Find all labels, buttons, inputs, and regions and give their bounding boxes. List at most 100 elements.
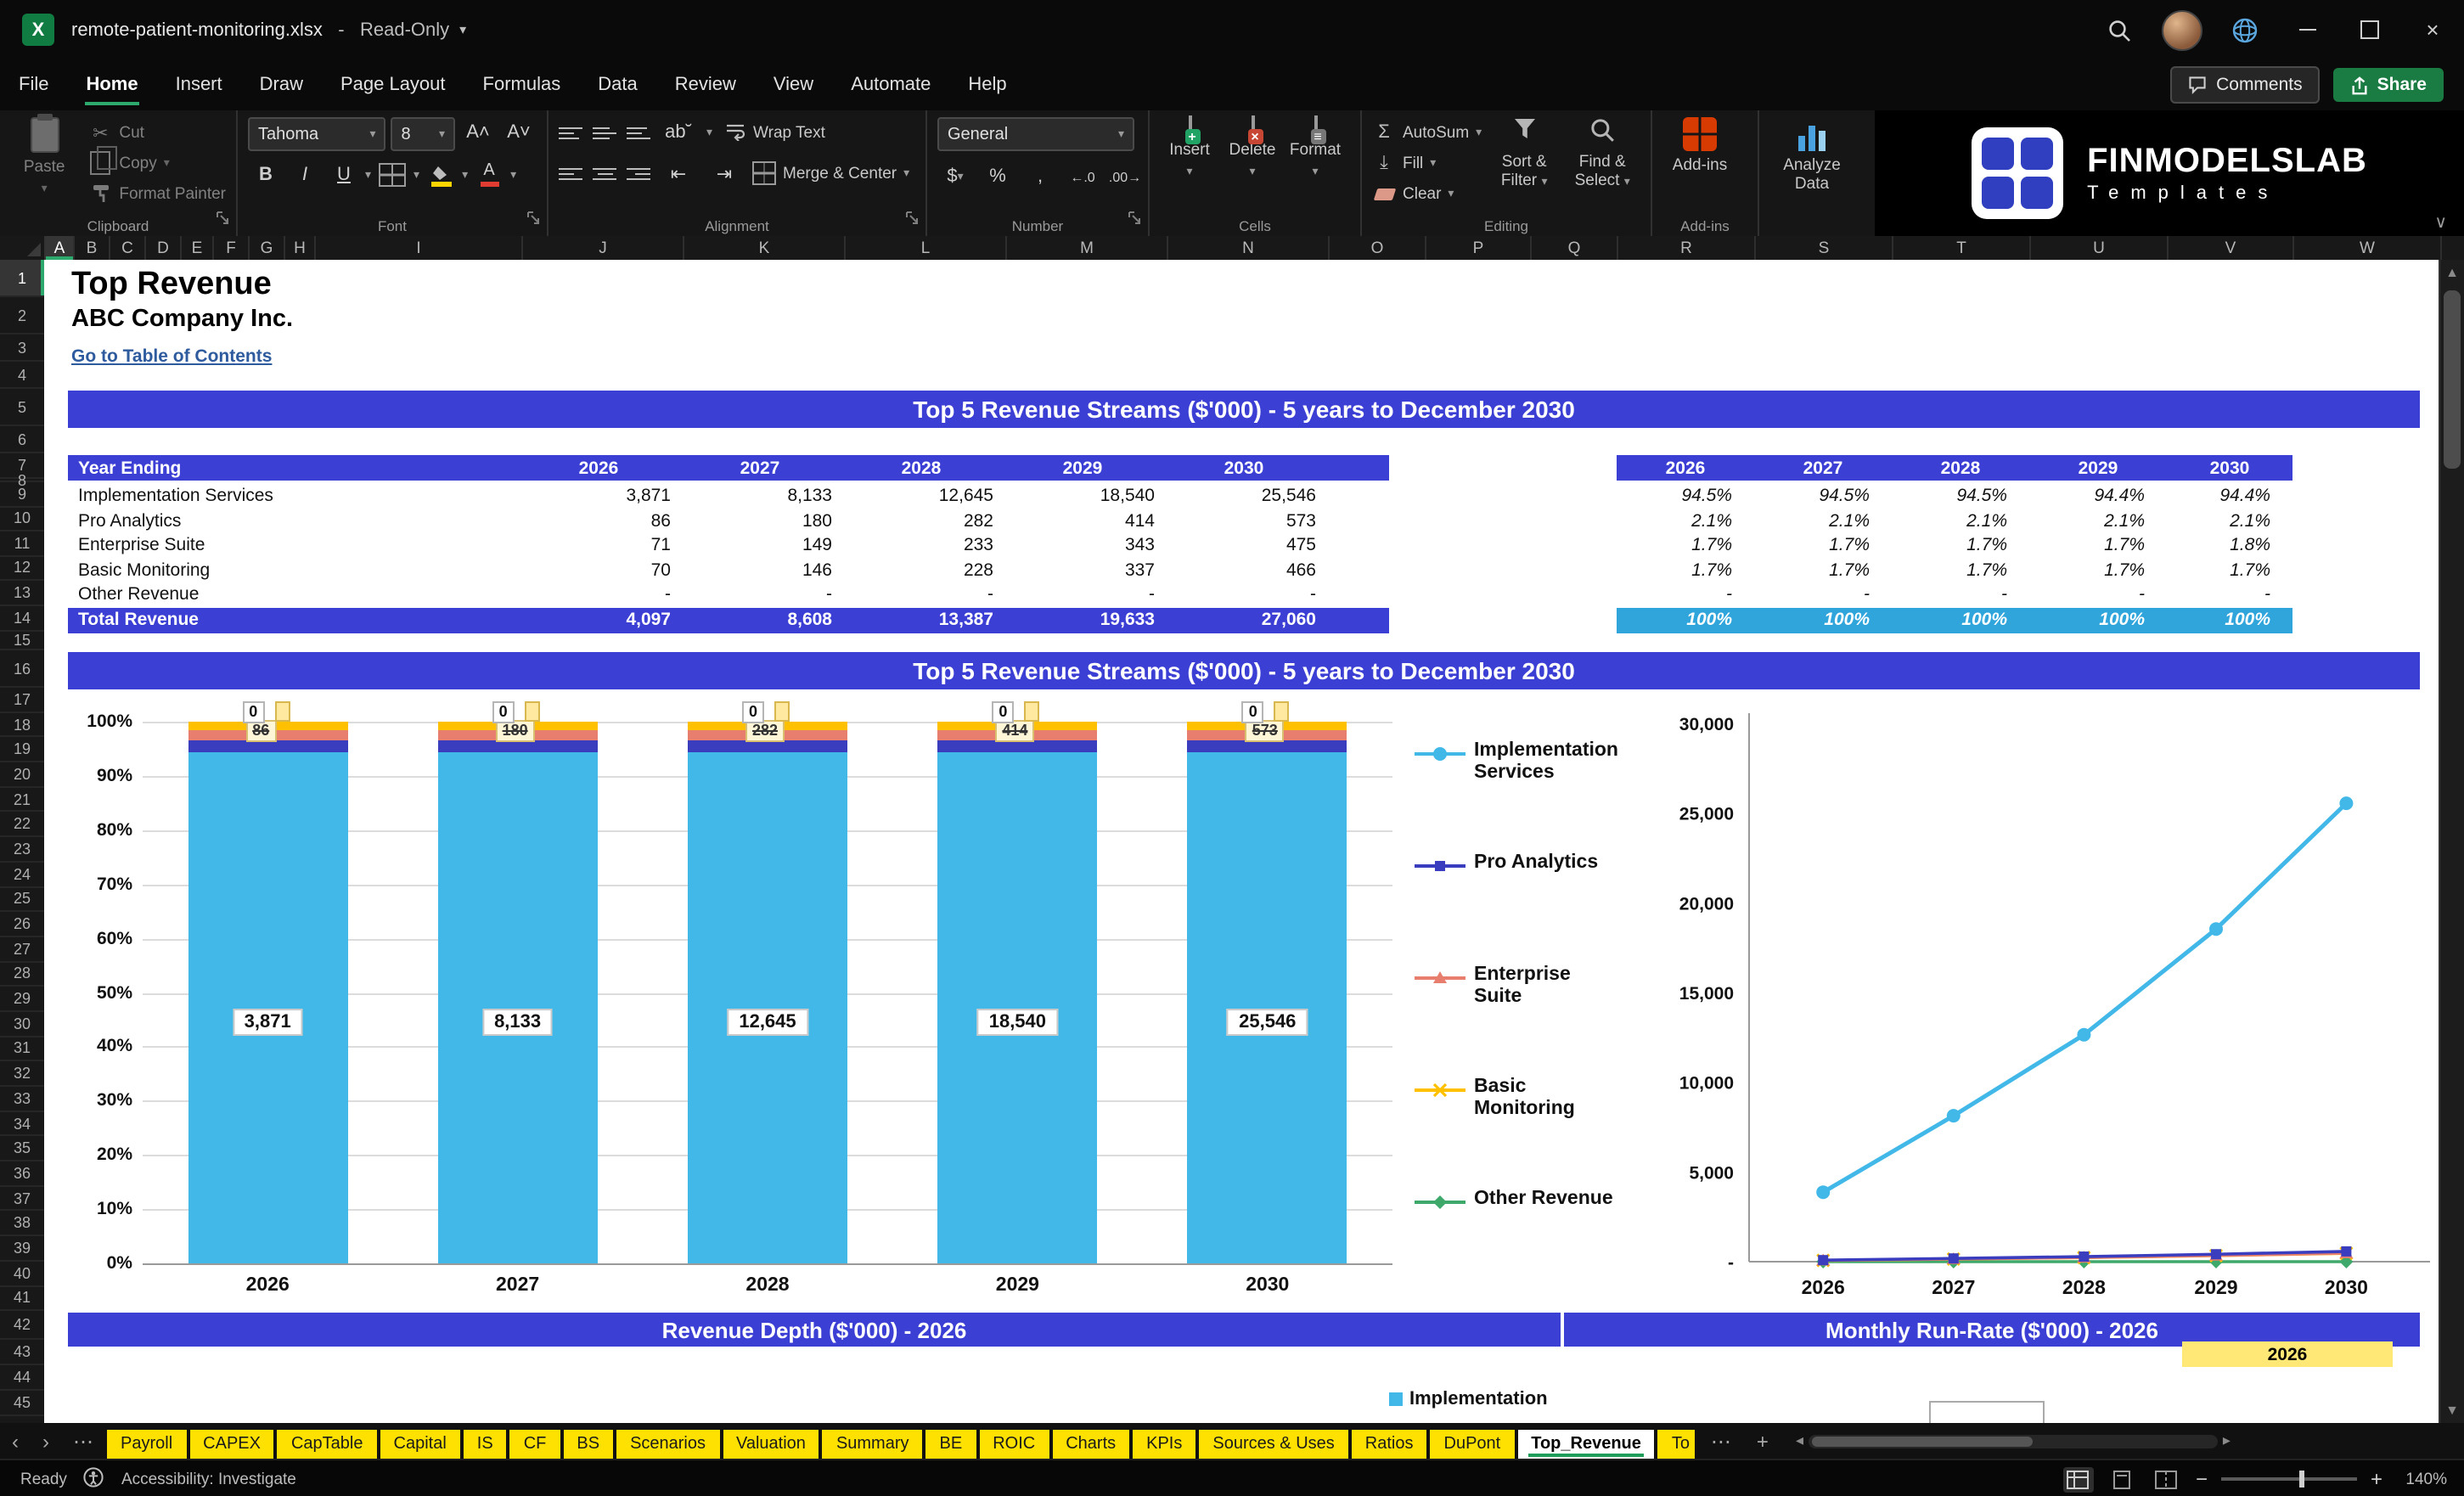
- pct-cell[interactable]: 1.7%: [2029, 536, 2167, 556]
- sheet-tab[interactable]: CAPEX: [189, 1430, 274, 1459]
- pct-total-cell[interactable]: 100%: [1892, 610, 2029, 630]
- pct-cell[interactable]: 94.5%: [1754, 486, 1892, 507]
- pct-year-header[interactable]: 2026: [1617, 458, 1754, 478]
- column-header[interactable]: A: [46, 236, 75, 260]
- sheet-tab[interactable]: BE: [925, 1430, 976, 1459]
- cut-button[interactable]: ✂ Cut: [88, 117, 226, 148]
- pct-total-cell[interactable]: 100%: [1754, 610, 1892, 630]
- underline-button[interactable]: U: [326, 160, 362, 190]
- ribbon-tab[interactable]: File: [0, 59, 67, 110]
- ribbon-tab[interactable]: Home: [67, 59, 156, 110]
- pct-cell[interactable]: 1.7%: [1892, 536, 2029, 556]
- year-header-cell[interactable]: 2027: [679, 458, 841, 478]
- row-header[interactable]: 43: [0, 1340, 44, 1366]
- addins-button[interactable]: Add-ins: [1662, 117, 1737, 209]
- row-header[interactable]: 40: [0, 1262, 44, 1286]
- sheet-tab[interactable]: Summary: [822, 1430, 923, 1459]
- column-header[interactable]: G: [250, 236, 285, 260]
- stacked-bar-chart[interactable]: 100% 90% 80% 70% 60% 50% 40% 30% 20% 10% 0% 3,871 86…: [68, 696, 1392, 1311]
- row-header[interactable]: 18: [0, 712, 44, 738]
- value-cell[interactable]: 146: [679, 560, 841, 581]
- table-row[interactable]: -----: [1617, 582, 2292, 607]
- value-cell[interactable]: -: [841, 585, 1002, 605]
- row-header[interactable]: 12: [0, 556, 44, 581]
- legend-item[interactable]: Implementation Services: [1415, 740, 1622, 852]
- pct-cell[interactable]: 2.1%: [2167, 511, 2292, 531]
- horizontal-scrollbar[interactable]: ◂ ▸: [1791, 1431, 2236, 1450]
- value-cell[interactable]: 3,871: [518, 486, 679, 507]
- sheet-tab[interactable]: Payroll: [107, 1430, 187, 1459]
- column-header[interactable]: C: [110, 236, 146, 260]
- row-header[interactable]: 24: [0, 863, 44, 887]
- new-sheet-button[interactable]: +: [1745, 1429, 1780, 1453]
- legend-item[interactable]: Pro Analytics: [1415, 852, 1622, 965]
- value-cell[interactable]: 86: [518, 511, 679, 531]
- page-layout-view-icon[interactable]: [2107, 1466, 2138, 1492]
- sheet-tab[interactable]: Scenarios: [616, 1430, 719, 1459]
- column-header[interactable]: D: [146, 236, 182, 260]
- year-header-cell[interactable]: 2026: [518, 458, 679, 478]
- title-dropdown-icon[interactable]: ▾: [459, 22, 466, 37]
- analyze-data-button[interactable]: Analyze Data: [1769, 117, 1854, 209]
- sheet-tab[interactable]: IS: [463, 1430, 507, 1459]
- italic-button[interactable]: I: [287, 160, 323, 190]
- page-break-view-icon[interactable]: [2152, 1466, 2182, 1492]
- row-header[interactable]: 41: [0, 1286, 44, 1312]
- column-header[interactable]: E: [182, 236, 214, 260]
- search-icon[interactable]: [2087, 0, 2150, 59]
- sheet-tab[interactable]: CapTable: [277, 1430, 377, 1459]
- pct-cell[interactable]: 1.8%: [2167, 536, 2292, 556]
- value-cell[interactable]: 25,546: [1163, 486, 1325, 507]
- row-header[interactable]: 34: [0, 1111, 44, 1137]
- column-header[interactable]: Q: [1532, 236, 1618, 260]
- total-value-cell[interactable]: 8,608: [679, 610, 841, 630]
- number-dialog-launcher[interactable]: [1128, 204, 1143, 234]
- value-cell[interactable]: 8,133: [679, 486, 841, 507]
- column-header[interactable]: R: [1618, 236, 1756, 260]
- accessibility-status[interactable]: Accessibility: Investigate: [121, 1470, 296, 1488]
- increase-font-icon[interactable]: A˄: [460, 117, 496, 148]
- font-color-button[interactable]: A: [471, 160, 507, 190]
- column-header[interactable]: U: [2031, 236, 2169, 260]
- font-size-select[interactable]: 8 ▾: [391, 117, 455, 151]
- row-header[interactable]: 6: [0, 426, 44, 453]
- value-cell[interactable]: -: [518, 585, 679, 605]
- row-header[interactable]: 37: [0, 1187, 44, 1212]
- row-header[interactable]: 27: [0, 937, 44, 963]
- align-middle-icon[interactable]: [593, 127, 616, 138]
- comma-style-icon[interactable]: ,: [1022, 161, 1058, 192]
- row-header[interactable]: 19: [0, 738, 44, 763]
- pct-total-cell[interactable]: 100%: [1617, 610, 1754, 630]
- sheet-tab[interactable]: DuPont: [1430, 1430, 1515, 1459]
- align-left-icon[interactable]: [559, 167, 582, 179]
- decrease-decimal-icon[interactable]: .00→: [1107, 161, 1143, 192]
- zoom-out-button[interactable]: −: [2196, 1467, 2208, 1491]
- alignment-dialog-launcher[interactable]: [905, 204, 920, 234]
- pct-year-header[interactable]: 2030: [2167, 458, 2292, 478]
- row-header[interactable]: 35: [0, 1137, 44, 1162]
- row-header[interactable]: 9: [0, 482, 44, 507]
- row-header[interactable]: 22: [0, 813, 44, 838]
- pct-cell[interactable]: -: [1892, 585, 2029, 605]
- value-cell[interactable]: 149: [679, 536, 841, 556]
- row-header[interactable]: 17: [0, 688, 44, 713]
- year-header-cell[interactable]: 2030: [1163, 458, 1325, 478]
- select-all-corner[interactable]: [0, 236, 46, 260]
- ribbon-tab[interactable]: Insert: [157, 59, 241, 110]
- total-value-cell[interactable]: 13,387: [841, 610, 1002, 630]
- row-header[interactable]: 31: [0, 1037, 44, 1062]
- pct-cell[interactable]: 1.7%: [1892, 560, 2029, 581]
- column-header[interactable]: B: [75, 236, 110, 260]
- tabs-scroll-left-icon[interactable]: ‹: [0, 1429, 31, 1453]
- hscroll-right-icon[interactable]: ▸: [2218, 1431, 2236, 1450]
- pct-cell[interactable]: -: [2167, 585, 2292, 605]
- value-cell[interactable]: 233: [841, 536, 1002, 556]
- column-header[interactable]: T: [1893, 236, 2031, 260]
- ribbon-tab[interactable]: Formulas: [464, 59, 580, 110]
- pct-cell[interactable]: 1.7%: [1617, 560, 1754, 581]
- column-header[interactable]: V: [2169, 236, 2294, 260]
- fill-color-button[interactable]: [423, 160, 458, 190]
- value-cell[interactable]: -: [1002, 585, 1163, 605]
- sheet-tab[interactable]: ROIC: [979, 1430, 1049, 1459]
- pct-cell[interactable]: 1.7%: [1617, 536, 1754, 556]
